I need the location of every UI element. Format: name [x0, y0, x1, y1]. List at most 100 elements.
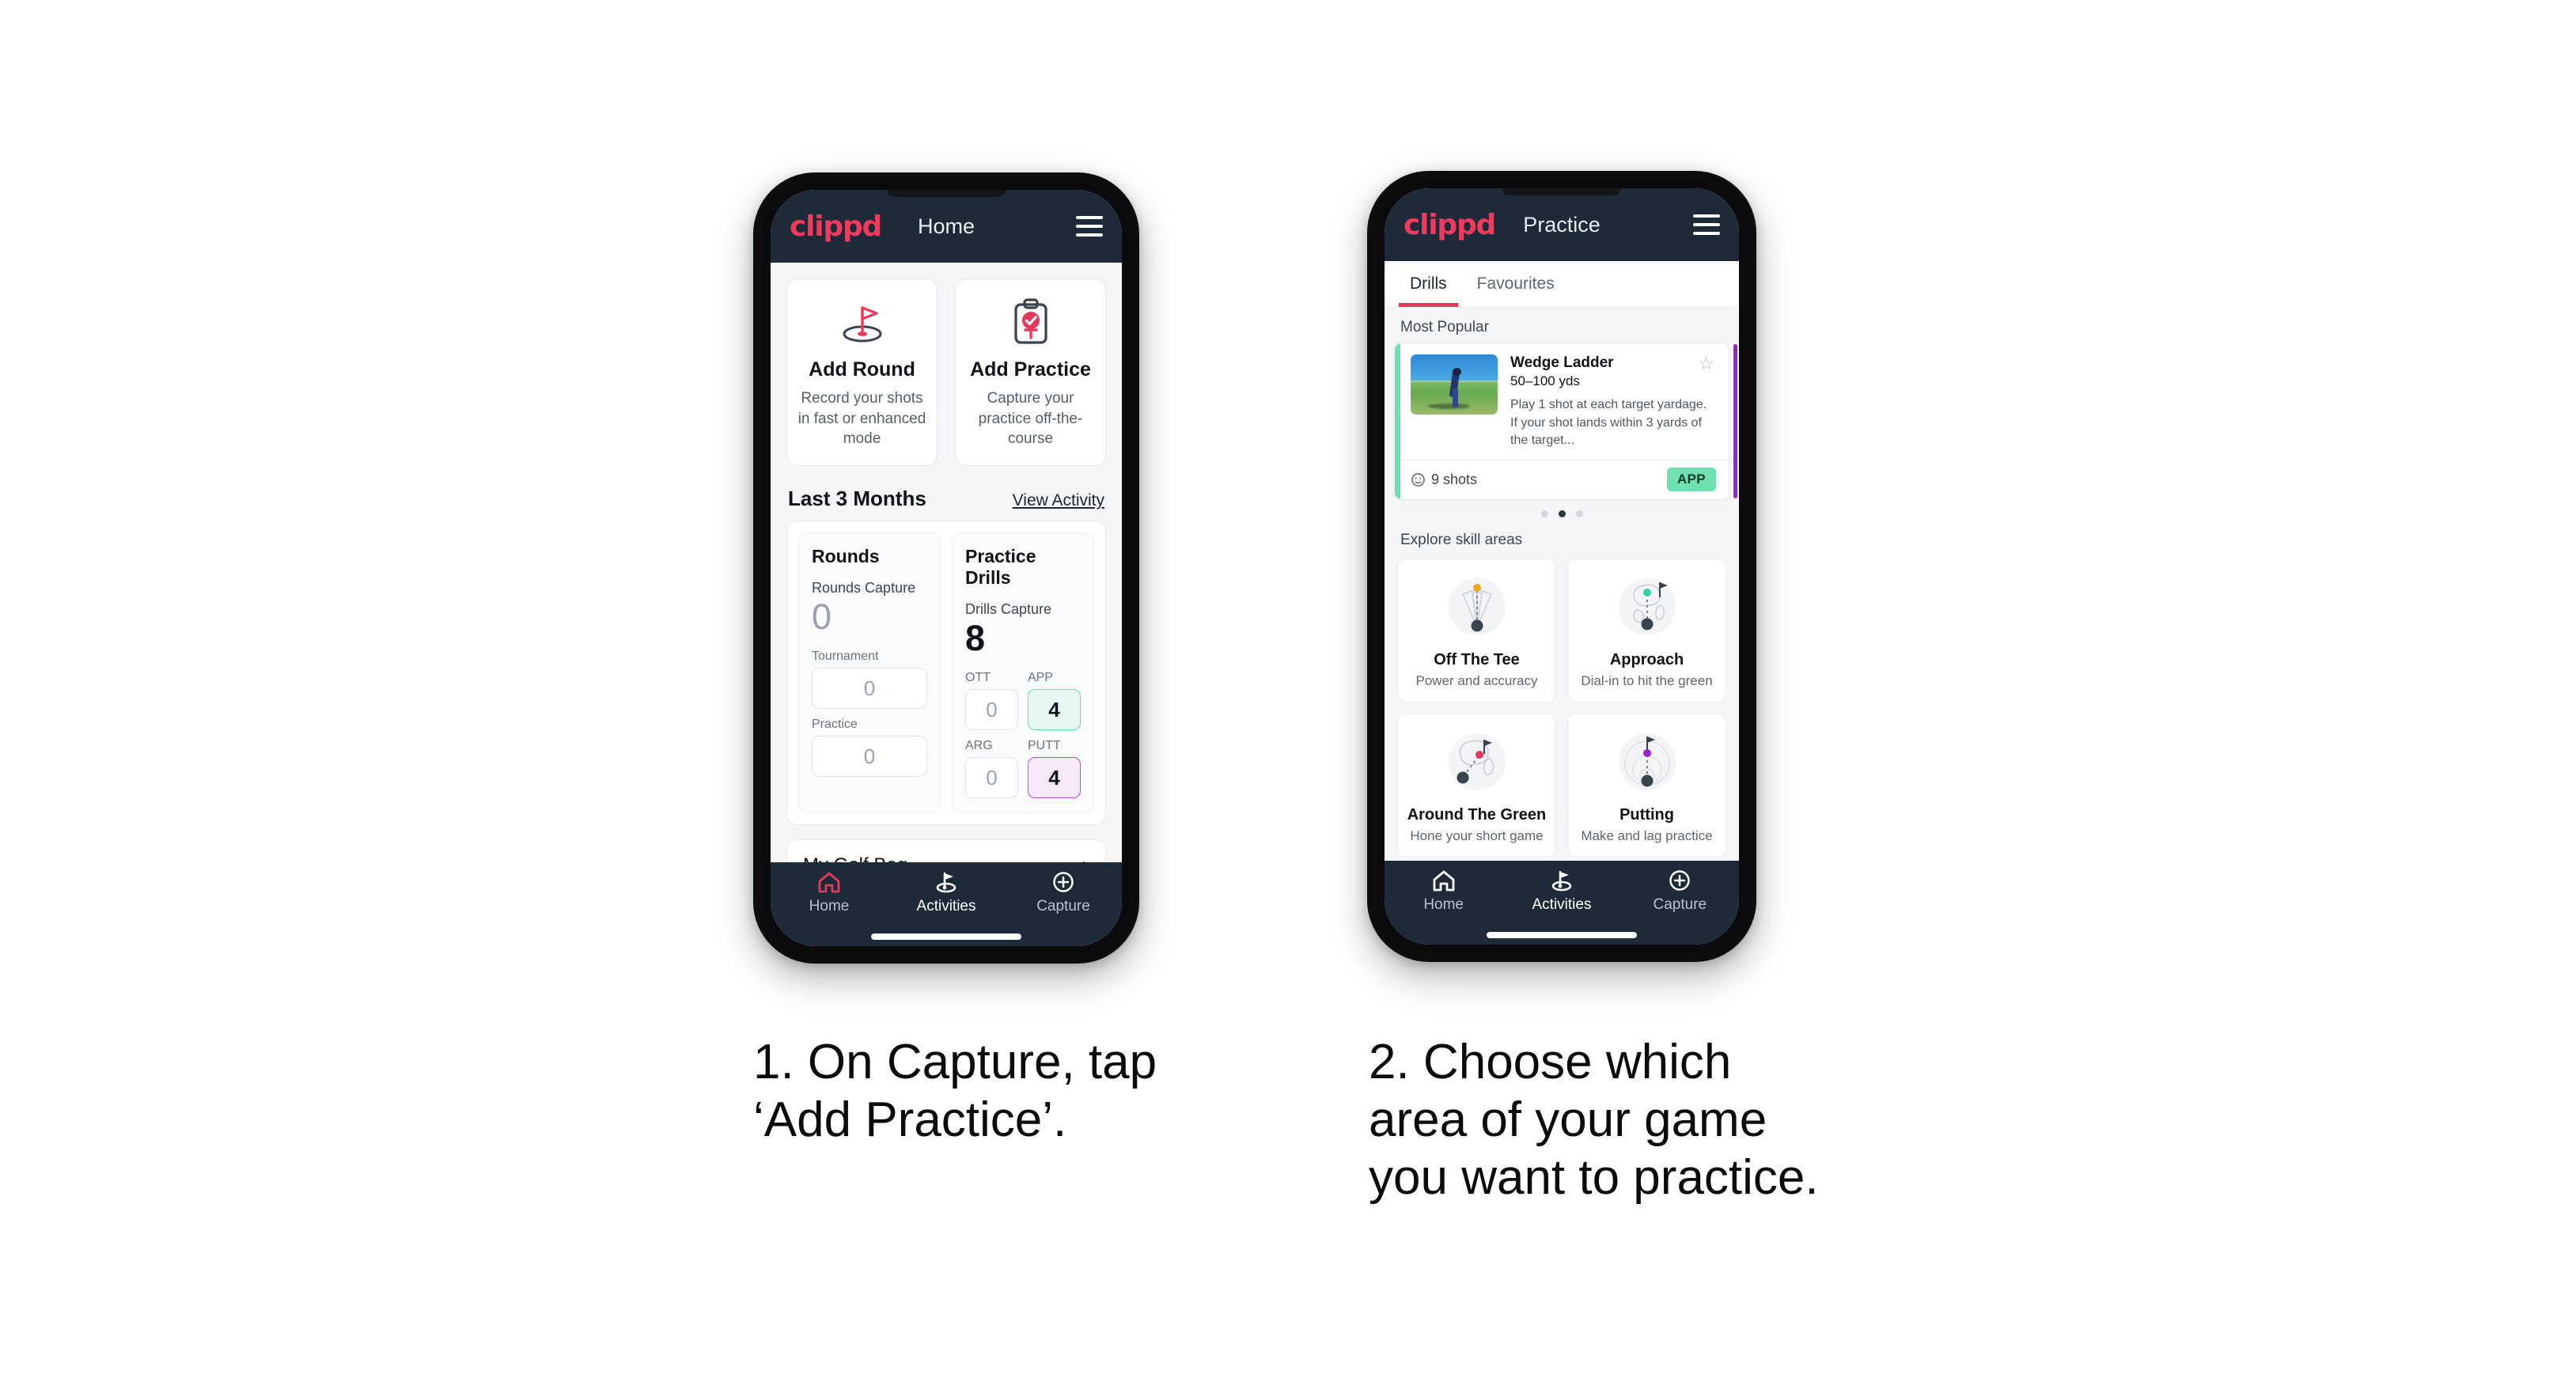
home-indicator — [871, 933, 1021, 940]
mini-label: Tournament — [812, 649, 879, 664]
drill-description: Play 1 shot at each target yardage. If y… — [1510, 398, 1707, 448]
mini-label: ARG — [965, 739, 993, 753]
home-icon — [818, 872, 840, 893]
mini-putt: PUTT 4 — [1028, 739, 1081, 799]
my-golf-bag-label: My Golf Bag — [803, 854, 907, 862]
hamburger-icon[interactable] — [1076, 216, 1103, 237]
add-round-card[interactable]: Add Round Record your shots in fast or e… — [786, 278, 938, 466]
skill-title: Putting — [1619, 806, 1674, 824]
bottom-tab-bar: Home Activities Capture — [1385, 861, 1739, 945]
plus-circle-icon — [1053, 872, 1074, 892]
home-icon — [1433, 870, 1455, 892]
plus-circle-icon — [1669, 870, 1691, 891]
mini-label: PUTT — [1028, 739, 1061, 753]
skill-card-putting[interactable]: Putting Make and lag practice — [1567, 714, 1726, 858]
drill-carousel: ☆ Wedge Ladder 50–100 yds Play 1 shot at… — [1394, 343, 1737, 501]
phone-device-practice: clippd Practice Drills Favourites Most P… — [1367, 171, 1756, 962]
mini-value[interactable]: 4 — [1028, 757, 1081, 799]
most-popular-label: Most Popular — [1400, 319, 1489, 335]
tab-label: Capture — [1653, 896, 1707, 913]
tab-label: Activities — [1532, 896, 1592, 913]
tab-label: Home — [809, 898, 850, 915]
clock-icon — [1411, 472, 1425, 487]
tab-favourites[interactable]: Favourites — [1466, 261, 1566, 307]
phone-screen-home: clippd Home Add Round Record your shots … — [771, 190, 1122, 946]
app-bar: clippd Practice — [1385, 188, 1739, 261]
skill-desc: Make and lag practice — [1581, 828, 1713, 844]
clippd-logo[interactable]: clippd — [790, 210, 882, 243]
phone-notch — [1502, 188, 1621, 195]
mini-value[interactable]: 0 — [812, 668, 927, 710]
skill-card-around-the-green[interactable]: Around The Green Hone your short game — [1397, 714, 1556, 858]
off-the-tee-icon — [1404, 570, 1549, 646]
drills-capture-value: 8 — [965, 617, 986, 658]
skill-card-approach[interactable]: Approach Dial-in to hit the green — [1567, 559, 1726, 703]
approach-icon — [1574, 570, 1719, 646]
clippd-logo[interactable]: clippd — [1404, 209, 1496, 241]
rounds-mini-tournament: Tournament 0 — [812, 649, 927, 710]
skill-title: Around The Green — [1407, 806, 1547, 824]
skill-card-off-the-tee[interactable]: Off The Tee Power and accuracy — [1397, 559, 1556, 703]
practice-content: Drills Favourites Most Popular ☆ Wedge L… — [1385, 261, 1739, 861]
tab-home[interactable]: Home — [771, 870, 888, 915]
skill-areas-grid: Off The Tee Power and accuracy Approach … — [1385, 555, 1739, 858]
drills-mini-row-1: OTT 0 APP 4 — [965, 671, 1081, 731]
rounds-capture-value: 0 — [812, 596, 832, 637]
golf-flag-icon — [936, 872, 957, 893]
tab-home[interactable]: Home — [1385, 869, 1502, 914]
bottom-tab-bar: Home Activities Capture — [771, 862, 1122, 946]
add-practice-card[interactable]: Add Practice Capture your practice off-t… — [955, 278, 1106, 466]
carousel-dot[interactable] — [1575, 510, 1583, 518]
slide-canvas: clippd Home Add Round Record your shots … — [0, 0, 2576, 1386]
drill-title: Wedge Ladder — [1510, 354, 1614, 371]
rounds-title: Rounds — [812, 545, 880, 566]
drill-card-wedge-ladder[interactable]: ☆ Wedge Ladder 50–100 yds Play 1 shot at… — [1394, 343, 1729, 501]
tab-label: Favourites — [1476, 275, 1555, 293]
drill-card-footer: 9 shots APP — [1395, 460, 1729, 499]
rounds-stat-column: Rounds Rounds Capture 0 Tournament 0 Pra… — [798, 532, 941, 814]
my-golf-bag-row[interactable]: My Golf Bag › — [786, 839, 1106, 862]
skill-title: Off The Tee — [1434, 651, 1520, 669]
drill-shots: 9 shots — [1411, 471, 1477, 488]
around-the-green-icon — [1404, 725, 1549, 801]
skill-title: Approach — [1609, 651, 1684, 669]
skill-desc: Dial-in to hit the green — [1581, 673, 1713, 689]
section-heading: Last 3 Months — [788, 486, 926, 510]
tab-capture[interactable]: Capture — [1621, 869, 1739, 914]
tab-label: Home — [1423, 896, 1464, 913]
tab-capture[interactable]: Capture — [1005, 870, 1122, 915]
tab-label: Capture — [1036, 898, 1090, 915]
mini-value[interactable]: 4 — [1028, 689, 1081, 731]
putting-icon — [1574, 725, 1719, 801]
drills-title: Practice Drills — [965, 545, 1036, 588]
drill-shots-label: 9 shots — [1431, 471, 1478, 487]
caption-step-1: 1. On Capture, tap ‘Add Practice’. — [753, 1035, 1157, 1148]
mini-value[interactable]: 0 — [965, 757, 1018, 799]
mini-ott: OTT 0 — [965, 671, 1018, 731]
carousel-dot-active[interactable] — [1558, 510, 1566, 518]
mini-value[interactable]: 0 — [812, 736, 927, 778]
carousel-scrollbar[interactable] — [1733, 344, 1737, 499]
tab-drills[interactable]: Drills — [1399, 261, 1458, 307]
tab-label: Drills — [1410, 275, 1447, 293]
carousel-dots — [1385, 500, 1739, 521]
add-round-desc: Record your shots in fast or enhanced mo… — [797, 390, 926, 448]
mini-label: OTT — [965, 671, 991, 685]
mini-arg: ARG 0 — [965, 739, 1018, 799]
add-round-title: Add Round — [809, 358, 915, 381]
hamburger-icon[interactable] — [1693, 214, 1720, 235]
rounds-capture-label: Rounds Capture — [812, 579, 916, 596]
caption-step-2: 2. Choose which area of your game you wa… — [1369, 1035, 1819, 1206]
drill-skill-badge: APP — [1666, 468, 1716, 492]
mini-value[interactable]: 0 — [965, 689, 1018, 731]
practice-tabs: Drills Favourites — [1385, 261, 1739, 308]
view-activity-link[interactable]: View Activity — [1013, 491, 1104, 510]
add-practice-desc: Capture your practice off-the-course — [978, 390, 1083, 448]
carousel-dot[interactable] — [1540, 510, 1548, 518]
tab-activities[interactable]: Activities — [888, 870, 1005, 915]
add-practice-title: Add Practice — [970, 358, 1091, 381]
golf-flag-hole-icon — [795, 297, 929, 349]
tab-activities[interactable]: Activities — [1502, 869, 1620, 914]
star-outline-icon[interactable]: ☆ — [1698, 354, 1714, 373]
chevron-right-icon: › — [1082, 854, 1089, 862]
